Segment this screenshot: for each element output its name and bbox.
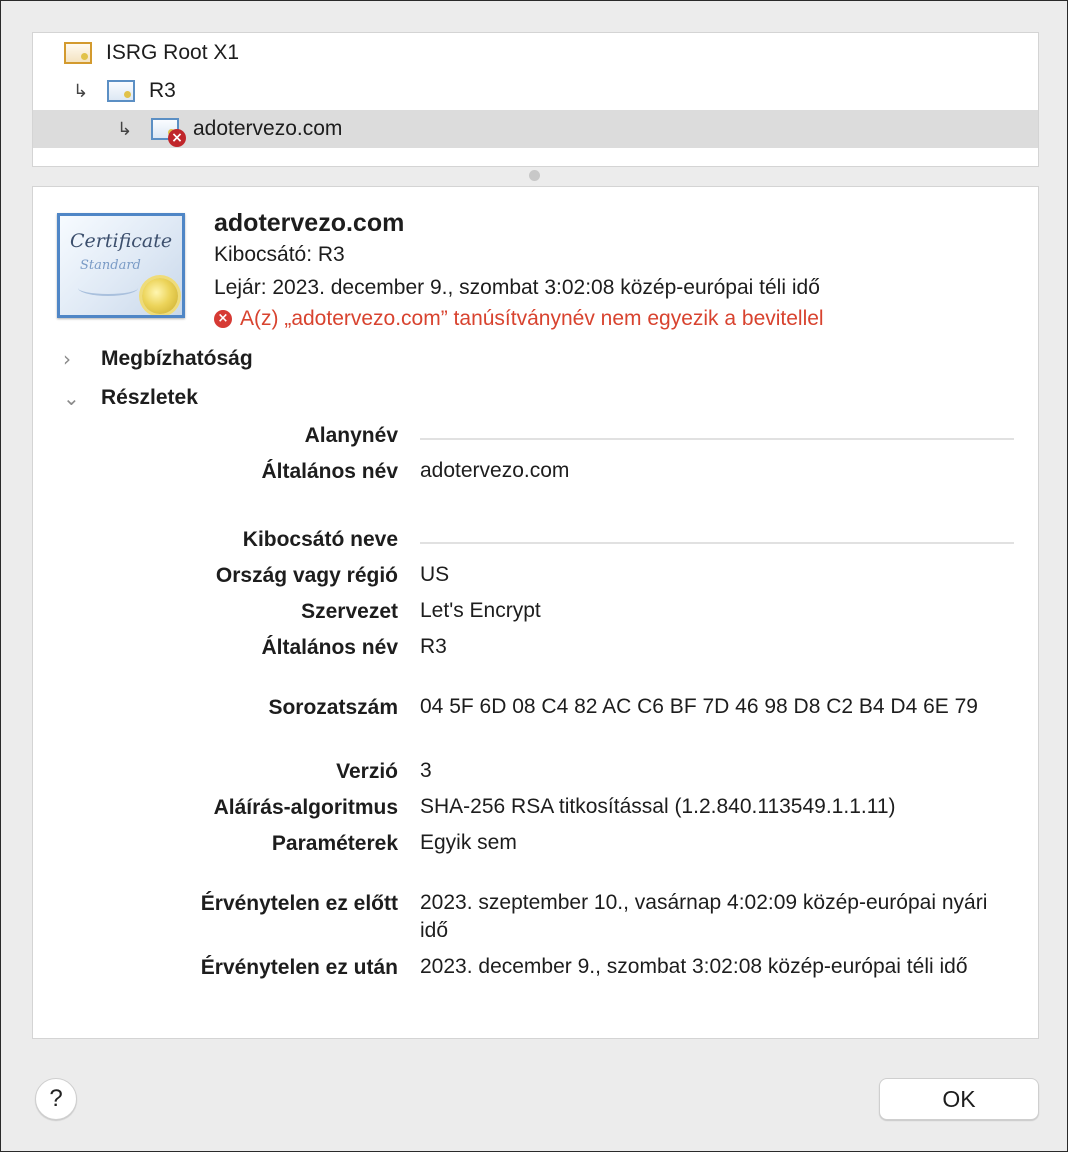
field-value: SHA-256 RSA titkosítással (1.2.840.11354…: [420, 795, 896, 818]
tree-item-adotervezo[interactable]: ↳ × adotervezo.com: [33, 110, 1038, 148]
divider: [420, 542, 1014, 544]
field-label: Szervezet: [301, 600, 398, 623]
error-icon: ×: [214, 310, 232, 328]
field-label: Sorozatszám: [268, 696, 398, 719]
error-badge-icon: ×: [168, 129, 186, 147]
trust-disclosure[interactable]: › Megbízhatóság: [63, 347, 253, 371]
expiry-text: Lejár: 2023. december 9., szombat 3:02:0…: [214, 276, 820, 299]
tree-item-isrg-root[interactable]: ISRG Root X1: [33, 34, 1038, 72]
tree-item-r3[interactable]: ↳ R3: [33, 72, 1038, 110]
field-label: Aláírás-algoritmus: [213, 796, 398, 819]
certificate-icon: [107, 80, 135, 102]
tree-item-label: R3: [149, 79, 176, 102]
field-label: Kibocsátó neve: [242, 528, 398, 551]
field-value: 2023. december 9., szombat 3:02:08 közép…: [420, 955, 968, 978]
field-label: Alanynév: [304, 424, 398, 447]
seal-icon: [142, 278, 178, 314]
issuer-text: Kibocsátó: R3: [214, 243, 345, 266]
tree-branch-arrow-icon: ↳: [73, 80, 89, 102]
field-label: Érvénytelen ez után: [200, 956, 398, 979]
details-disclosure[interactable]: ⌄ Részletek: [63, 386, 198, 410]
field-label: Paraméterek: [271, 832, 398, 855]
cert-image-text: Certificate: [70, 230, 173, 252]
certificate-title: adotervezo.com: [214, 209, 405, 237]
field-label: Általános név: [261, 460, 398, 483]
certificate-details-panel: Certificate Standard adotervezo.com Kibo…: [32, 186, 1039, 1039]
field-value: Let's Encrypt: [420, 599, 541, 622]
chevron-down-icon: ⌄: [63, 386, 80, 410]
invalid-certificate-icon: ×: [151, 118, 186, 147]
error-text: A(z) „adotervezo.com” tanúsítványnév nem…: [240, 307, 824, 330]
tree-item-label: ISRG Root X1: [106, 41, 240, 64]
tree-item-label: adotervezo.com: [193, 117, 343, 140]
field-label: Érvénytelen ez előtt: [200, 892, 398, 915]
cert-image-subtext: Standard: [80, 258, 141, 273]
field-value: R3: [420, 635, 447, 658]
field-label: Ország vagy régió: [215, 564, 398, 587]
help-button[interactable]: ?: [35, 1078, 77, 1120]
certificate-large-icon: Certificate Standard: [57, 213, 185, 318]
field-value: 3: [420, 759, 432, 782]
field-value: adotervezo.com: [420, 459, 570, 482]
field-value: US: [420, 563, 450, 586]
cert-swirl: [78, 280, 138, 296]
certificate-icon: [64, 42, 92, 64]
chevron-right-icon: ›: [63, 347, 71, 371]
error-message: × A(z) „adotervezo.com” tanúsítványnév n…: [214, 307, 824, 331]
details-label: Részletek: [101, 386, 198, 409]
trust-label: Megbízhatóság: [101, 347, 253, 370]
certificate-dialog: ISRG Root X1 ↳ R3 ↳ × adotervezo.com Cer…: [0, 0, 1068, 1152]
field-value: 04 5F 6D 08 C4 82 AC C6 BF 7D 46 98 D8 C…: [420, 695, 978, 718]
ok-button[interactable]: OK: [879, 1078, 1039, 1120]
field-label: Általános név: [261, 636, 398, 659]
divider: [420, 438, 1014, 440]
field-value: Egyik sem: [420, 831, 517, 854]
tree-branch-arrow-icon: ↳: [117, 118, 133, 140]
certificate-chain-tree: ISRG Root X1 ↳ R3 ↳ × adotervezo.com: [32, 32, 1039, 167]
field-label: Verzió: [336, 760, 398, 783]
field-value: 2023. szeptember 10., vasárnap 4:02:09 k…: [420, 891, 988, 942]
splitter-handle[interactable]: [529, 170, 540, 181]
